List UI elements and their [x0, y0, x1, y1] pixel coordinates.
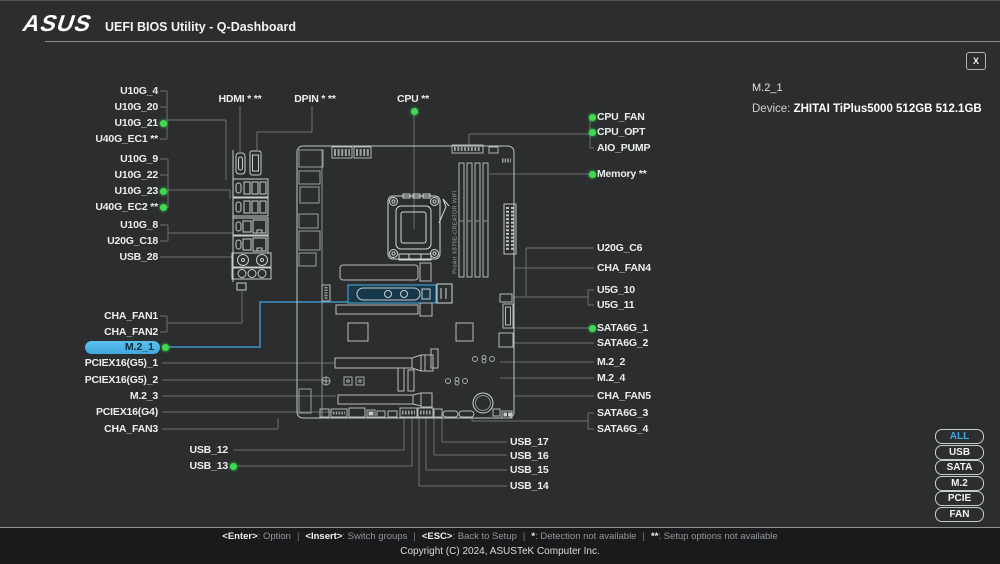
port-label-sata6g-2[interactable]: SATA6G_2 — [597, 336, 648, 350]
port-label-u10g-8[interactable]: U10G_8 — [120, 218, 158, 232]
q-dashboard-screen: ASUS UEFI BIOS Utility - Q-Dashboard X M… — [0, 0, 1000, 564]
port-label-u5g-11[interactable]: U5G_11 — [597, 298, 634, 312]
board-outline — [297, 146, 514, 418]
port-label-usb-15[interactable]: USB_15 — [510, 463, 549, 477]
port-label-cha-fan1[interactable]: CHA_FAN1 — [104, 309, 158, 323]
vrm-blocks — [299, 150, 323, 413]
port-label-pciex16-g5-1[interactable]: PCIEX16(G5)_1 — [85, 356, 158, 370]
m2-1-slot-highlighted — [348, 284, 452, 303]
port-label-u20g-c18[interactable]: U20G_C18 — [107, 234, 158, 248]
port-label-u40g-ec1[interactable]: U40G_EC1 ** — [95, 132, 158, 146]
hotkey-separator: | — [407, 531, 421, 542]
status-dot — [160, 188, 167, 195]
status-dot — [160, 120, 167, 127]
port-label-sata6g-3[interactable]: SATA6G_3 — [597, 406, 648, 420]
port-label-usb-13[interactable]: USB_13 — [190, 459, 229, 473]
status-dot — [589, 171, 596, 178]
chipset-1 — [348, 323, 368, 341]
ram-slots — [459, 163, 488, 277]
port-label-cha-fan4[interactable]: CHA_FAN4 — [597, 261, 651, 275]
m2-1-highlight-trace — [164, 302, 348, 347]
top-edge-headers — [332, 145, 511, 161]
port-label-u20g-c6[interactable]: U20G_C6 — [597, 241, 642, 255]
status-dot — [589, 325, 596, 332]
right-edge-headers — [499, 294, 513, 347]
filter-button-m-2[interactable]: M.2 — [935, 476, 984, 491]
port-label-aio-pump[interactable]: AIO_PUMP — [597, 141, 650, 155]
port-label-u5g-10[interactable]: U5G_10 — [597, 283, 635, 297]
hotkey-key: <Insert> — [305, 531, 342, 542]
filter-button-usb[interactable]: USB — [935, 445, 984, 460]
port-label-m-2-3[interactable]: M.2_3 — [130, 389, 158, 403]
port-label-cpu-fan[interactable]: CPU_FAN — [597, 110, 645, 124]
hotkey-description: : Back to Setup — [452, 531, 516, 542]
port-label-memory[interactable]: Memory ** — [597, 167, 647, 181]
port-label-u40g-ec2[interactable]: U40G_EC2 ** — [95, 200, 158, 214]
port-label-u10g-22[interactable]: U10G_22 — [114, 168, 158, 182]
filter-button-sata[interactable]: SATA — [935, 460, 984, 475]
port-label-cpu-opt[interactable]: CPU_OPT — [597, 125, 645, 139]
hotkey-description: : Switch groups — [342, 531, 407, 542]
port-label-pciex16-g4[interactable]: PCIEX16(G4) — [96, 405, 158, 419]
port-label-u10g-4[interactable]: U10G_4 — [120, 84, 158, 98]
cmos-battery — [473, 393, 493, 413]
port-label-dpin[interactable]: DPIN * ** — [294, 92, 335, 106]
m2-top-slot — [340, 265, 418, 280]
port-label-usb-28[interactable]: USB_28 — [120, 250, 159, 264]
port-label-u10g-21[interactable]: U10G_21 — [114, 116, 158, 130]
footer-bar: <Enter>: Option|<Insert>: Switch groups|… — [0, 528, 1000, 564]
filter-button-pcie[interactable]: PCIE — [935, 491, 984, 506]
port-label-m-2-4[interactable]: M.2_4 — [597, 371, 625, 385]
hotkey-separator: | — [517, 531, 531, 542]
board-name: ProArt X870E-CREATOR WIFI — [453, 190, 459, 274]
hotkey-legend: <Enter>: Option|<Insert>: Switch groups|… — [0, 531, 1000, 542]
hotkey-separator: | — [636, 531, 650, 542]
copyright-text: Copyright (C) 2024, ASUSTeK Computer Inc… — [0, 546, 1000, 557]
filter-button-all[interactable]: ALL — [935, 429, 984, 444]
port-label-cha-fan3[interactable]: CHA_FAN3 — [104, 422, 158, 436]
port-label-m-2-2[interactable]: M.2_2 — [597, 355, 625, 369]
chipset-2 — [456, 323, 473, 341]
hotkey-description: : Detection not available — [535, 531, 636, 542]
status-dot — [589, 114, 596, 121]
port-label-cpu[interactable]: CPU ** — [397, 92, 429, 106]
port-label-usb-16[interactable]: USB_16 — [510, 449, 549, 463]
m2-slot-2 — [336, 305, 418, 314]
status-dot — [230, 463, 237, 470]
port-label-u10g-20[interactable]: U10G_20 — [114, 100, 158, 114]
status-dot — [162, 344, 169, 351]
status-dot — [589, 129, 596, 136]
port-label-pciex16-g5-2[interactable]: PCIEX16(G5)_2 — [85, 373, 158, 387]
port-label-sata6g-1[interactable]: SATA6G_1 — [597, 321, 648, 335]
port-label-u10g-23[interactable]: U10G_23 — [114, 184, 158, 198]
hotkey-key: <ESC> — [422, 531, 453, 542]
status-dot — [160, 204, 167, 211]
hotkey-description: : Option — [258, 531, 291, 542]
port-label-usb-17[interactable]: USB_17 — [510, 435, 549, 449]
cpu-socket — [388, 194, 449, 260]
hotkey-key: <Enter> — [222, 531, 257, 542]
status-dot — [411, 108, 418, 115]
hotkey-separator: | — [291, 531, 305, 542]
port-label-m-2-1[interactable]: M.2_1 — [85, 341, 160, 354]
rear-io-ports — [232, 150, 271, 290]
port-label-cha-fan2[interactable]: CHA_FAN2 — [104, 325, 158, 339]
filter-button-fan[interactable]: FAN — [935, 507, 984, 522]
port-label-usb-12[interactable]: USB_12 — [190, 443, 229, 457]
port-label-u10g-9[interactable]: U10G_9 — [120, 152, 158, 166]
port-label-cha-fan5[interactable]: CHA_FAN5 — [597, 389, 651, 403]
port-label-usb-14[interactable]: USB_14 — [510, 479, 549, 493]
port-label-hdmi[interactable]: HDMI * ** — [218, 92, 261, 106]
cha-fan-header — [237, 283, 246, 290]
port-label-sata6g-4[interactable]: SATA6G_4 — [597, 422, 648, 436]
hotkey-description: : Setup options not available — [658, 531, 777, 542]
